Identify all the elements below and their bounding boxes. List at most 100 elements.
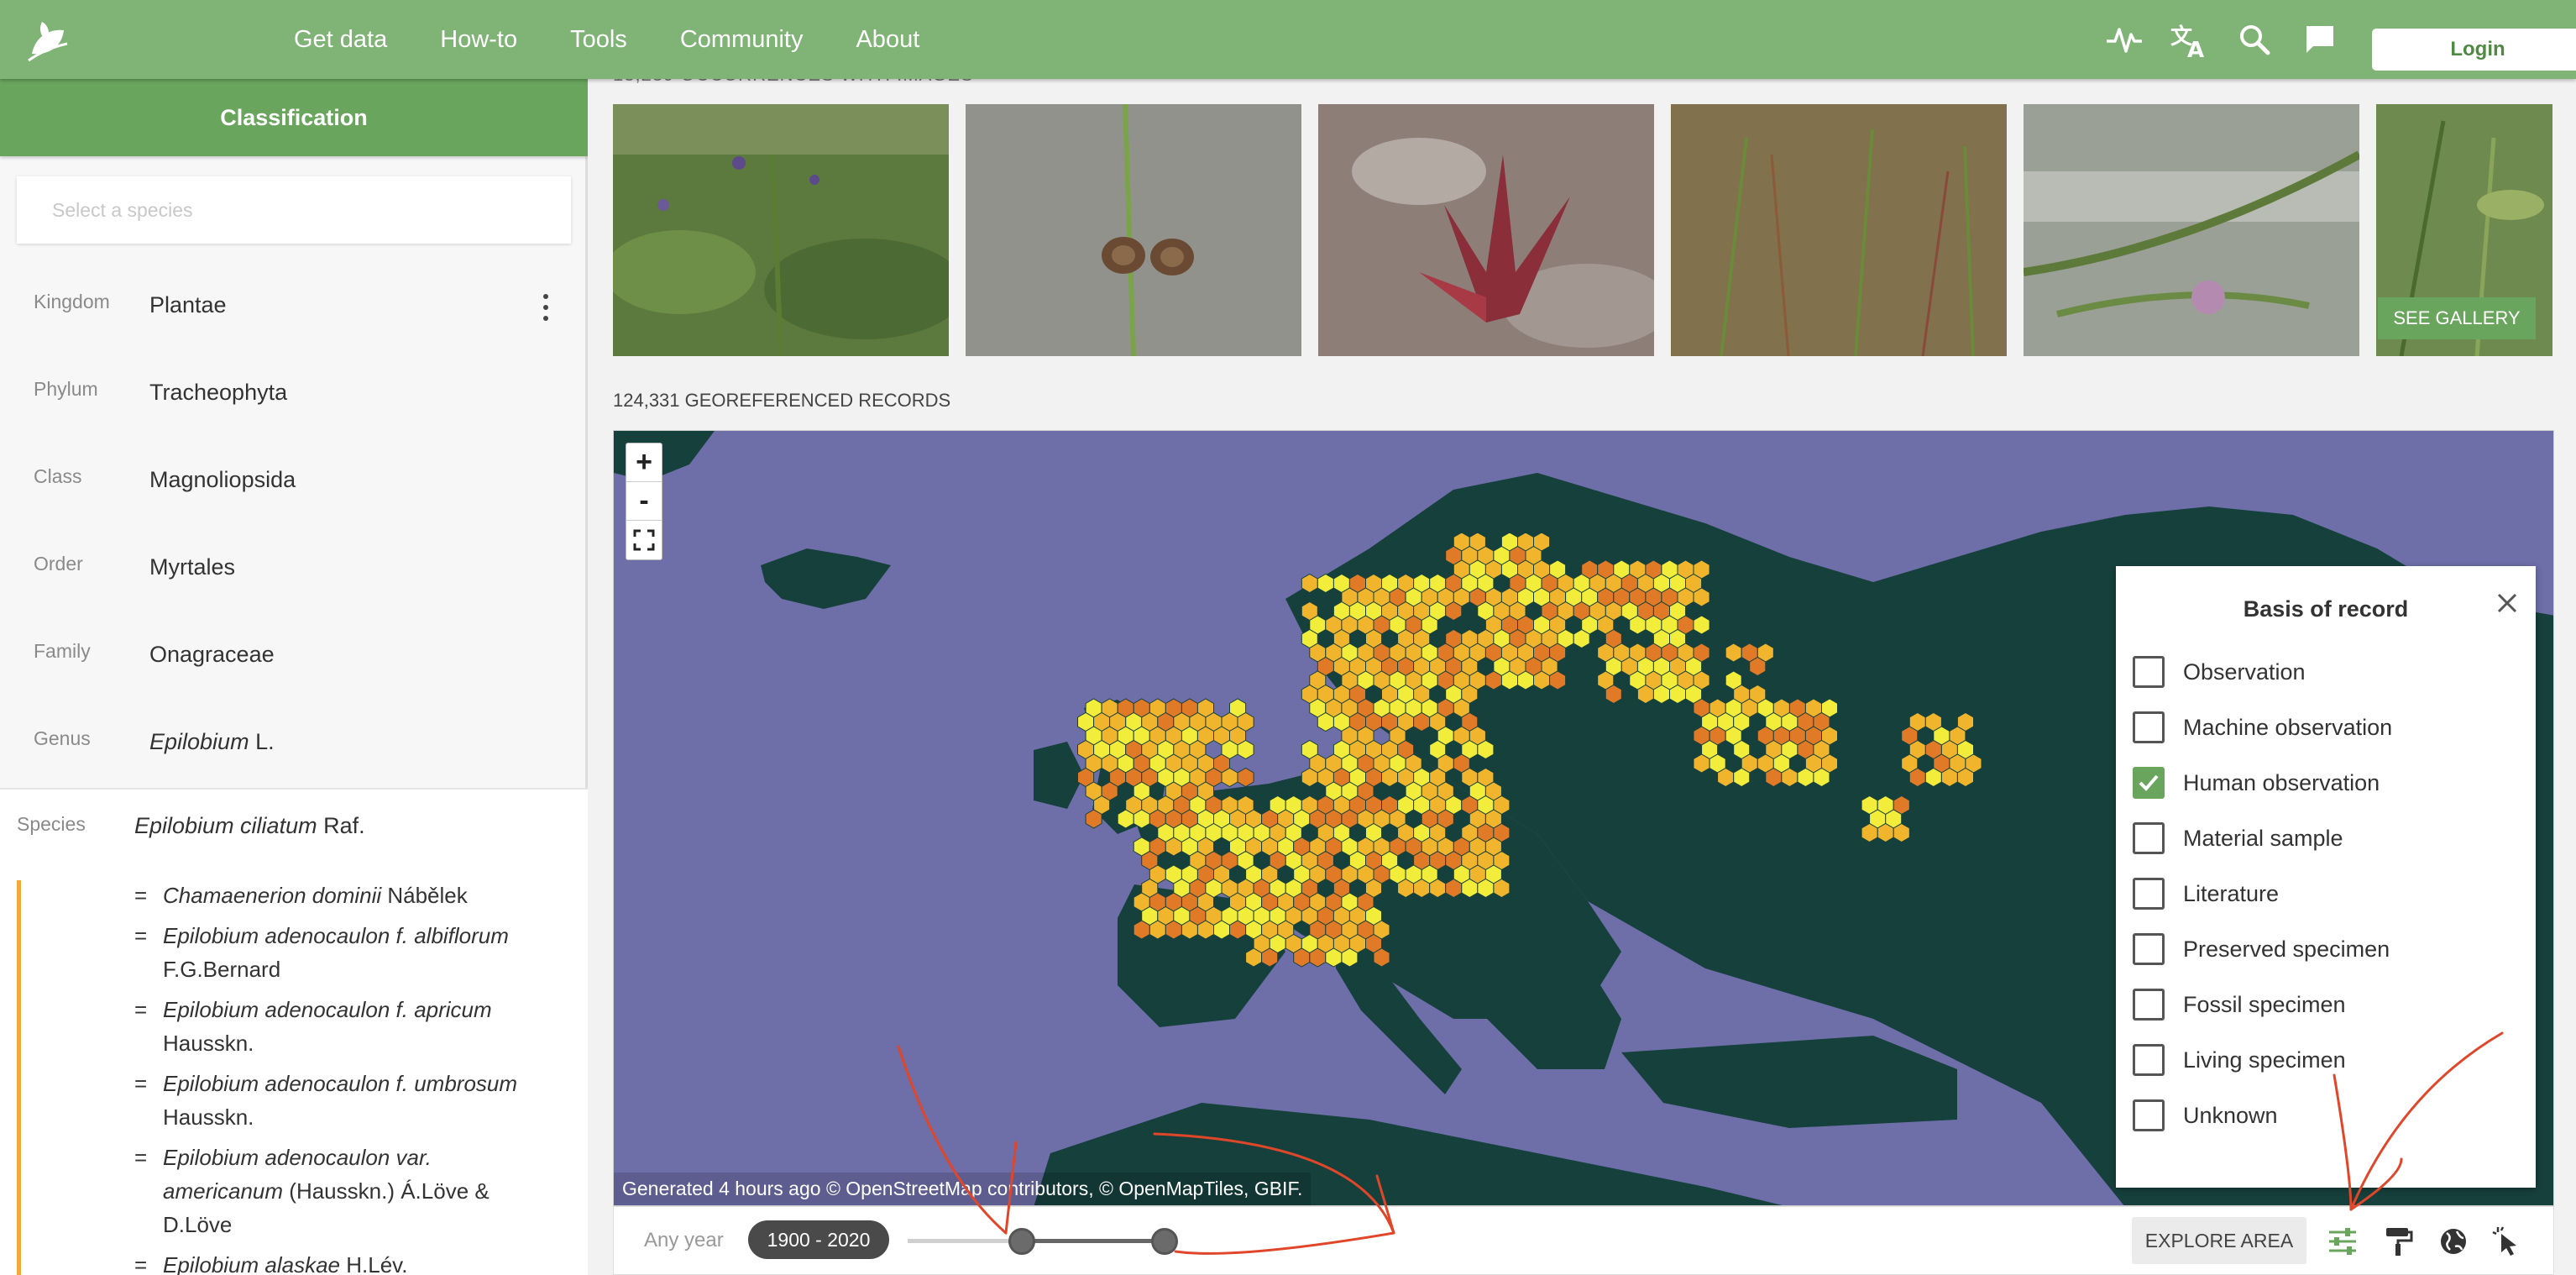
density-hex (1493, 878, 1511, 899)
nav-how-to[interactable]: How-to (440, 26, 517, 54)
login-button[interactable]: Login (2372, 29, 2576, 71)
synonym-name: Epilobium adenocaulon f. albiflorum (163, 923, 509, 948)
synonym-name: Epilobium alaskae (163, 1252, 341, 1275)
species-author: Raf. (317, 813, 365, 838)
density-hex (1165, 837, 1182, 857)
basis-option-literature[interactable]: Literature (2133, 875, 2279, 912)
density-hex (1461, 878, 1479, 899)
year-range-badge[interactable]: 1900 - 2020 (748, 1220, 889, 1259)
activity-icon[interactable] (2103, 18, 2145, 60)
basis-option-fossil-specimen[interactable]: Fossil specimen (2133, 986, 2346, 1023)
rank-row-order[interactable]: Order Myrtales (0, 553, 588, 640)
nav-get-data[interactable]: Get data (294, 26, 387, 54)
explore-area-button[interactable]: EXPLORE AREA (2132, 1217, 2306, 1264)
checkbox-checked[interactable] (2133, 767, 2165, 799)
rank-value[interactable]: Plantae (149, 292, 227, 318)
rank-value[interactable]: Myrtales (149, 554, 235, 580)
species-search-input[interactable]: Select a species (17, 176, 571, 244)
density-hex (1245, 947, 1263, 968)
gallery-thumbnail[interactable] (1318, 104, 1654, 356)
pointer-icon[interactable] (2486, 1220, 2528, 1262)
basis-option-unknown[interactable]: Unknown (2133, 1097, 2278, 1134)
basis-option-living-specimen[interactable]: Living specimen (2133, 1042, 2346, 1078)
density-hex (1309, 947, 1327, 968)
basis-option-label: Living specimen (2183, 1047, 2346, 1073)
checkbox[interactable] (2133, 878, 2165, 910)
basis-option-observation[interactable]: Observation (2133, 653, 2306, 690)
synonym-item[interactable]: = Chamaenerion dominii Nábělek (134, 879, 554, 912)
more-options-icon[interactable] (537, 291, 554, 324)
basis-option-machine-observation[interactable]: Machine observation (2133, 709, 2392, 746)
species-name[interactable]: Epilobium ciliatum Raf. (134, 813, 365, 839)
checkbox[interactable] (2133, 933, 2165, 965)
rank-value[interactable]: Onagraceae (149, 642, 275, 668)
checkbox[interactable] (2133, 656, 2165, 688)
basis-option-label: Human observation (2183, 769, 2380, 795)
density-hex (1956, 767, 1974, 788)
density-hex (1133, 920, 1150, 940)
rank-value[interactable]: Epilobium L. (149, 729, 275, 755)
rank-row-class[interactable]: Class Magnoliopsida (0, 465, 588, 553)
any-year-label[interactable]: Any year (644, 1229, 724, 1252)
globe-icon[interactable] (2432, 1220, 2474, 1262)
density-hex (1877, 822, 1894, 843)
synonym-item[interactable]: = Epilobium alaskae H.Lév. (134, 1248, 554, 1275)
feedback-icon[interactable] (2299, 18, 2341, 60)
close-icon[interactable] (2490, 586, 2524, 620)
rank-label: Phylum (34, 378, 98, 400)
rank-row-kingdom[interactable]: Kingdom Plantae (0, 291, 588, 378)
gallery-thumbnail[interactable] (966, 104, 1301, 356)
filter-settings-icon[interactable] (2322, 1220, 2364, 1262)
density-hex (1629, 615, 1647, 635)
rank-row-family[interactable]: Family Onagraceae (0, 640, 588, 727)
synonym-item[interactable]: = Epilobium adenocaulon f. albiflorum F.G… (134, 919, 554, 986)
rank-row-phylum[interactable]: Phylum Tracheophyta (0, 378, 588, 465)
zoom-out-button[interactable]: - (626, 482, 662, 521)
rank-value[interactable]: Tracheophyta (149, 380, 287, 406)
checkbox[interactable] (2133, 1099, 2165, 1131)
density-hex (1500, 670, 1518, 690)
synonym-item[interactable]: = Epilobium adenocaulon f. umbrosum Hauss… (134, 1067, 554, 1134)
fullscreen-icon[interactable] (626, 521, 662, 559)
density-hex (1413, 711, 1431, 732)
basis-option-human-observation[interactable]: Human observation (2133, 764, 2380, 801)
basis-of-record-panel: Basis of record Observation Machine obser… (2116, 566, 2536, 1188)
synonym-author: Hausskn. (163, 1031, 254, 1056)
gallery-thumbnail[interactable] (1671, 104, 2007, 356)
gbif-logo-icon[interactable] (24, 12, 79, 67)
nav-about[interactable]: About (856, 26, 919, 54)
gallery-thumbnail[interactable] (613, 104, 949, 356)
basis-option-material-sample[interactable]: Material sample (2133, 820, 2343, 857)
checkbox[interactable] (2133, 822, 2165, 854)
nav-tools[interactable]: Tools (570, 26, 627, 54)
search-icon[interactable] (2233, 18, 2275, 60)
density-hex (1373, 947, 1390, 968)
genus-author: L. (249, 729, 275, 754)
gallery-thumbnail[interactable] (2024, 104, 2359, 356)
density-hex (1693, 587, 1710, 607)
year-slider-start-handle[interactable] (1008, 1228, 1035, 1255)
synonym-author: F.G.Bernard (163, 957, 281, 982)
zoom-in-button[interactable]: + (626, 443, 662, 482)
density-hex (1477, 739, 1495, 760)
synonym-item[interactable]: = Epilobium adenocaulon var. americanum (… (134, 1141, 554, 1241)
checkbox[interactable] (2133, 1044, 2165, 1076)
density-hex (1893, 822, 1910, 843)
density-hex (1517, 670, 1534, 690)
translate-icon[interactable]: 文A (2168, 18, 2210, 60)
basis-option-preserved-specimen[interactable]: Preserved specimen (2133, 931, 2390, 968)
checkbox[interactable] (2133, 989, 2165, 1021)
checkbox[interactable] (2133, 711, 2165, 743)
density-hex (1196, 920, 1214, 940)
nav-community[interactable]: Community (680, 26, 804, 54)
year-slider-end-handle[interactable] (1151, 1228, 1178, 1255)
see-gallery-button[interactable]: SEE GALLERY (2378, 297, 2536, 339)
synonym-item[interactable]: = Epilobium adenocaulon f. apricum Haussk… (134, 993, 554, 1060)
basis-option-label: Preserved specimen (2183, 936, 2390, 962)
basis-of-record-title: Basis of record (2243, 596, 2409, 622)
basis-option-label: Fossil specimen (2183, 991, 2346, 1017)
density-hex (1261, 947, 1279, 968)
rank-value[interactable]: Magnoliopsida (149, 467, 296, 493)
paint-roller-icon[interactable] (2377, 1220, 2419, 1262)
density-hex (1181, 920, 1198, 940)
